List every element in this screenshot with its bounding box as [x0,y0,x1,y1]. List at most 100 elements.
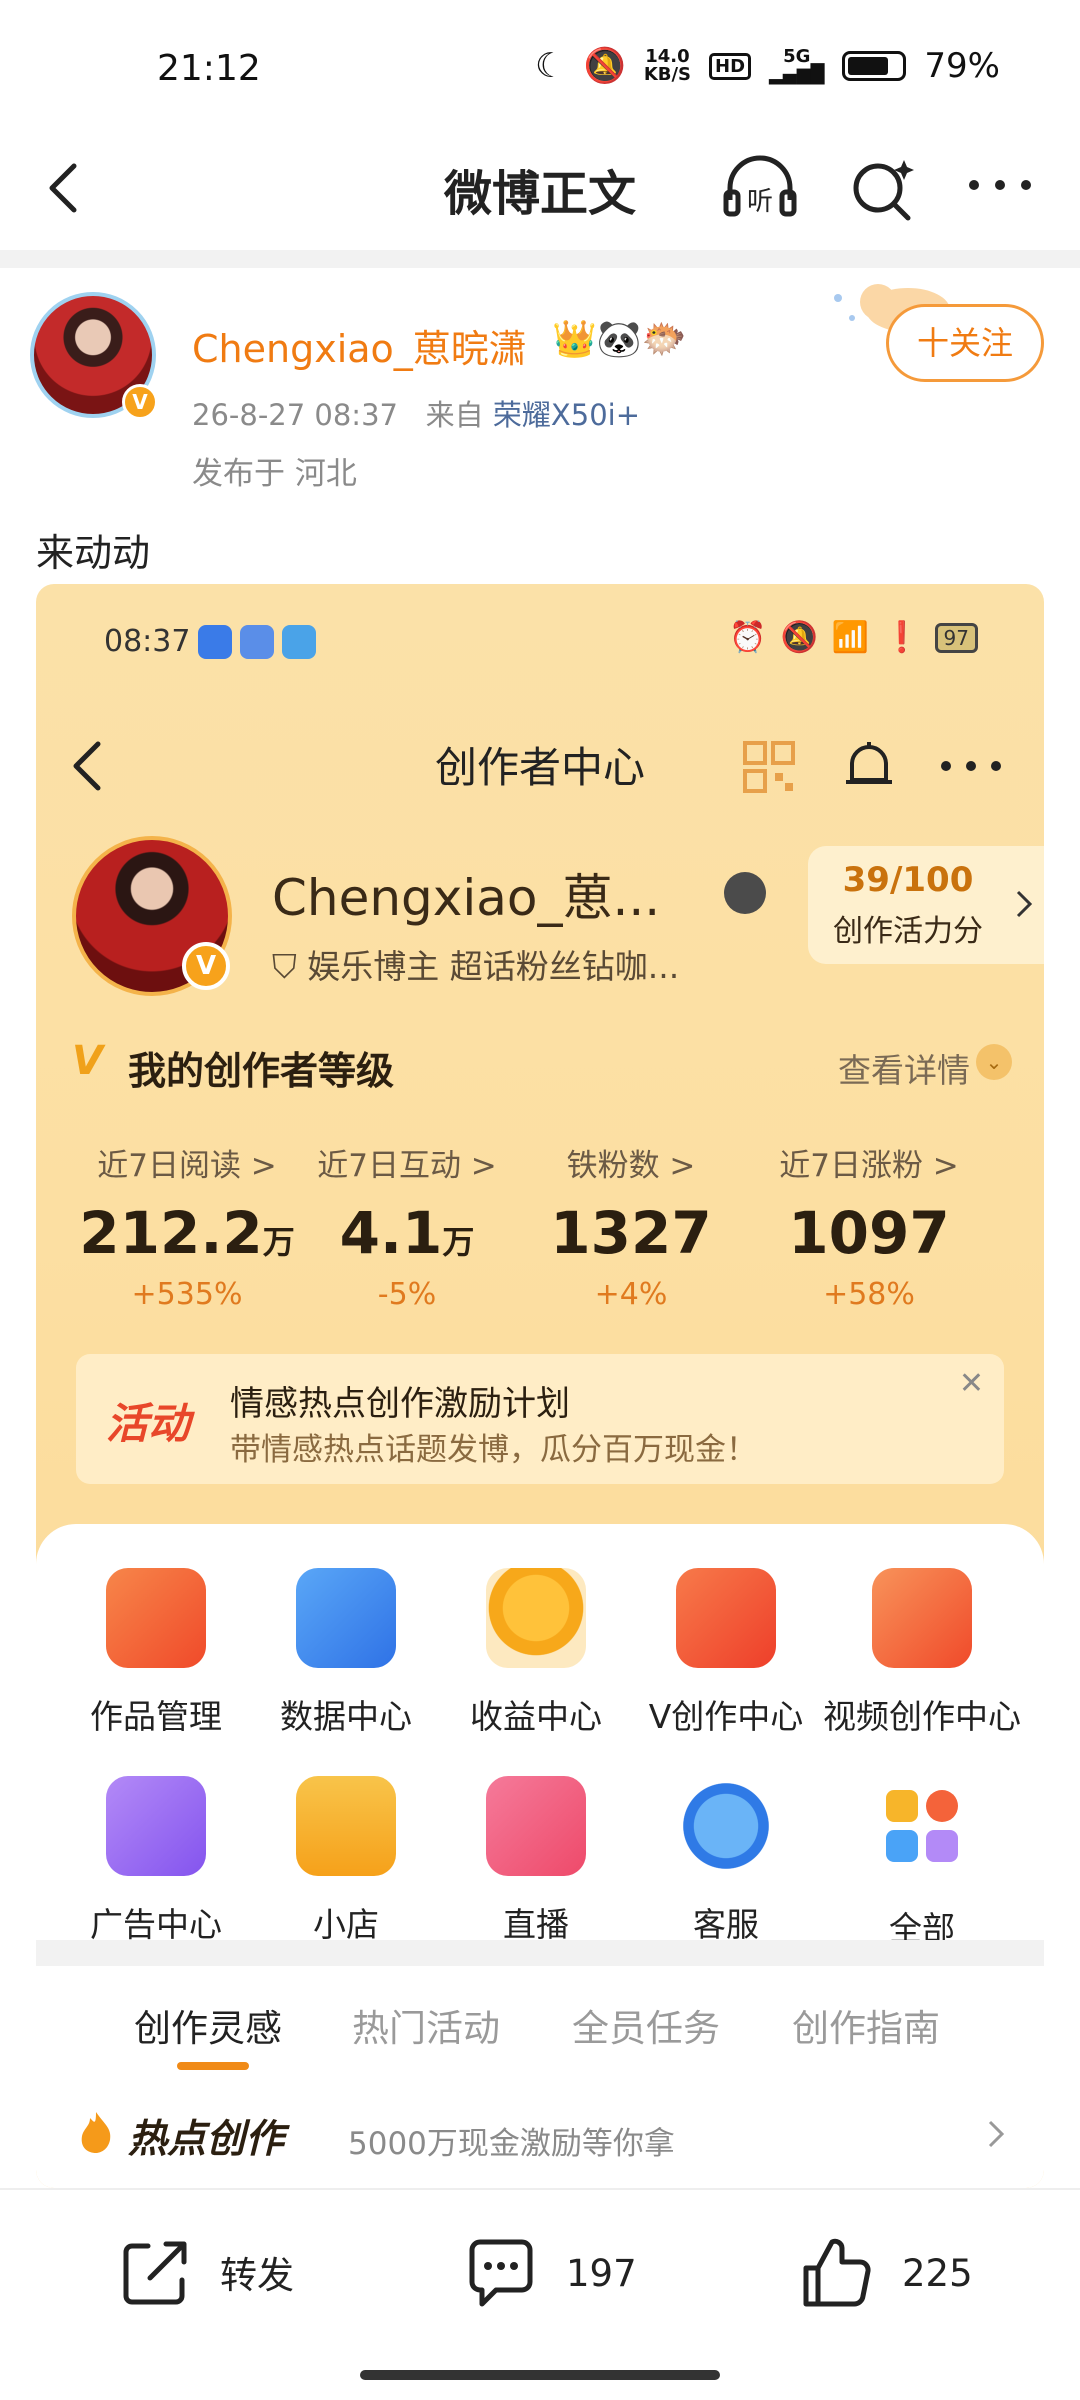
author-avatar[interactable]: V [30,292,160,422]
stat-label: 铁粉数 > [566,1148,696,1184]
divider [0,250,1080,268]
v-level-icon: V [72,1038,103,1084]
stat-change: +4% [594,1277,668,1312]
home-indicator[interactable] [360,2370,720,2380]
stat-value: 212.2万 [72,1199,302,1267]
grid-label: 视频创作中心 [823,1697,1021,1736]
hd-badge: HD [709,52,752,80]
moon-icon: ☾ [534,46,566,86]
level-details-link: 查看详情 [838,1051,970,1090]
post-header: V Chengxiao_葸晥潇 👑🐼🐡 26-8-27 08:37 来自 荣耀X… [0,268,1080,508]
grid-item-ads: 广告中心 [56,1776,256,1946]
service-icon [676,1776,776,1876]
battery-percent: 79% [924,46,1000,86]
grid-item-data: 数据中心 [246,1568,446,1738]
grid-item-all: 全部 [822,1776,1022,1950]
embedded-status-bar: 08:37 [104,624,317,659]
live-icon [486,1776,586,1876]
grid-item-v-create: V创作中心 [626,1568,826,1738]
bottom-action-bar: 转发 197 225 [0,2188,1080,2400]
listen-icon[interactable]: 听 [720,152,800,222]
post-meta: 26-8-27 08:37 来自 荣耀X50i+ [192,392,640,434]
stat-value: 4.1万 [292,1199,522,1267]
grid-item-income: 收益中心 [436,1568,636,1738]
grid-label: 数据中心 [280,1697,412,1736]
divider [36,1940,1044,1966]
grid-item-shop: 小店 [246,1776,446,1946]
grid-label: V创作中心 [648,1697,804,1736]
stat-value: 1097 [754,1199,984,1267]
grid-item-works: 作品管理 [56,1568,256,1738]
post-timestamp: 26-8-27 08:37 [192,398,398,432]
activity-score-card: 39/100 创作活力分 [808,846,1044,964]
ad-icon [106,1776,206,1876]
wifi-icon: 📶 [831,620,870,655]
repost-label: 转发 [220,2254,294,2297]
status-bar: 21:12 ☾ 🔕 14.0 KB/S HD 5G ▂▄▆█ 79% [0,0,1080,130]
search-icon[interactable] [848,154,918,224]
grid-item-video: 视频创作中心 [822,1568,1022,1738]
inspiration-tabs: 创作灵感 热门活动 全员任务 创作指南 [36,1988,1044,2078]
medal-icon [724,872,766,914]
net-speed: 14.0 KB/S [644,48,691,84]
more-icon[interactable] [960,160,1040,210]
shop-icon [296,1776,396,1876]
top-nav: 微博正文 听 [0,130,1080,250]
grid-label: 收益中心 [470,1697,602,1736]
creator-tag: ⛉ 娱乐博主 超话粉丝钻咖... [272,947,680,986]
repost-button[interactable]: 转发 [118,2234,294,2310]
grid-label: 作品管理 [90,1697,222,1736]
grid-item-live: 直播 [436,1776,636,1946]
app-notification-icon [198,624,233,659]
creator-tag-text: 娱乐博主 超话粉丝钻咖... [307,947,680,986]
data-icon [296,1568,396,1668]
flame-icon [81,2112,111,2153]
stat-number: 4.1 [339,1199,443,1267]
stat-new-fans: 近7日涨粉 > 1097 +58% [754,1140,984,1312]
author-name[interactable]: Chengxiao_葸晥潇 [192,318,527,373]
stat-label: 近7日阅读 > [97,1148,277,1184]
stat-change: +535% [131,1277,243,1312]
stat-value: 1327 [516,1199,746,1267]
verified-badge-icon: V [122,384,158,420]
stats-row: 近7日阅读 > 212.2万 +535% 近7日互动 > 4.1万 -5% 铁粉… [72,1140,1012,1320]
grid-item-service: 客服 [626,1776,826,1946]
grid-label: 客服 [693,1905,759,1944]
like-count: 225 [902,2251,973,2295]
stat-unit: 万 [262,1223,295,1261]
follow-button[interactable]: 十关注 [886,304,1044,382]
share-icon [123,2241,187,2305]
stat-unit: 万 [442,1223,475,1261]
app-notification-icon [240,624,275,659]
v-create-icon [676,1568,776,1668]
stat-number: 1097 [788,1199,950,1267]
close-icon: ✕ [958,1366,984,1401]
mute-icon: 🔕 [780,620,818,655]
post-image[interactable]: 08:37 ⏰ 🔕 📶 ❗ 97 创作者中心 V Chengxiao_葸... … [36,584,1044,2188]
embedded-time: 08:37 [104,624,191,659]
more-icon [941,761,1001,771]
post-device[interactable]: 荣耀X50i+ [493,398,640,432]
tab-guide: 创作指南 [792,2007,940,2050]
tab-hot-events: 热门活动 [352,2007,500,2050]
stat-label: 近7日涨粉 > [779,1148,959,1184]
stat-number: 1327 [550,1199,712,1267]
post-location: 发布于 河北 [192,456,357,492]
signal-icon: 5G ▂▄▆█ [769,46,825,85]
stat-label: 近7日互动 > [317,1148,497,1184]
hot-creation-subtitle: 5000万现金激励等你拿 [348,2126,675,2162]
like-button[interactable]: 225 [798,2234,973,2312]
chevron-right-icon [988,2120,1005,2148]
thumbs-up-icon [803,2238,871,2307]
alarm-icon: ⏰ [729,620,767,655]
activity-tag: 活动 [106,1399,191,1448]
page-title: 微博正文 [443,166,636,222]
stat-interactions: 近7日互动 > 4.1万 -5% [292,1140,522,1312]
tools-grid: 作品管理 数据中心 收益中心 V创作中心 视频创作中心 广告中心 小店 直播 客… [36,1524,1044,2188]
comment-icon [469,2239,533,2307]
alert-icon: ❗ [883,620,921,655]
level-title: 我的创作者等级 [128,1049,395,1093]
comment-button[interactable]: 197 [462,2234,637,2312]
embedded-status-icons: ⏰ 🔕 📶 ❗ 97 [729,620,978,655]
creator-level-row: V 我的创作者等级 查看详情 ⌄ [72,1036,1012,1096]
